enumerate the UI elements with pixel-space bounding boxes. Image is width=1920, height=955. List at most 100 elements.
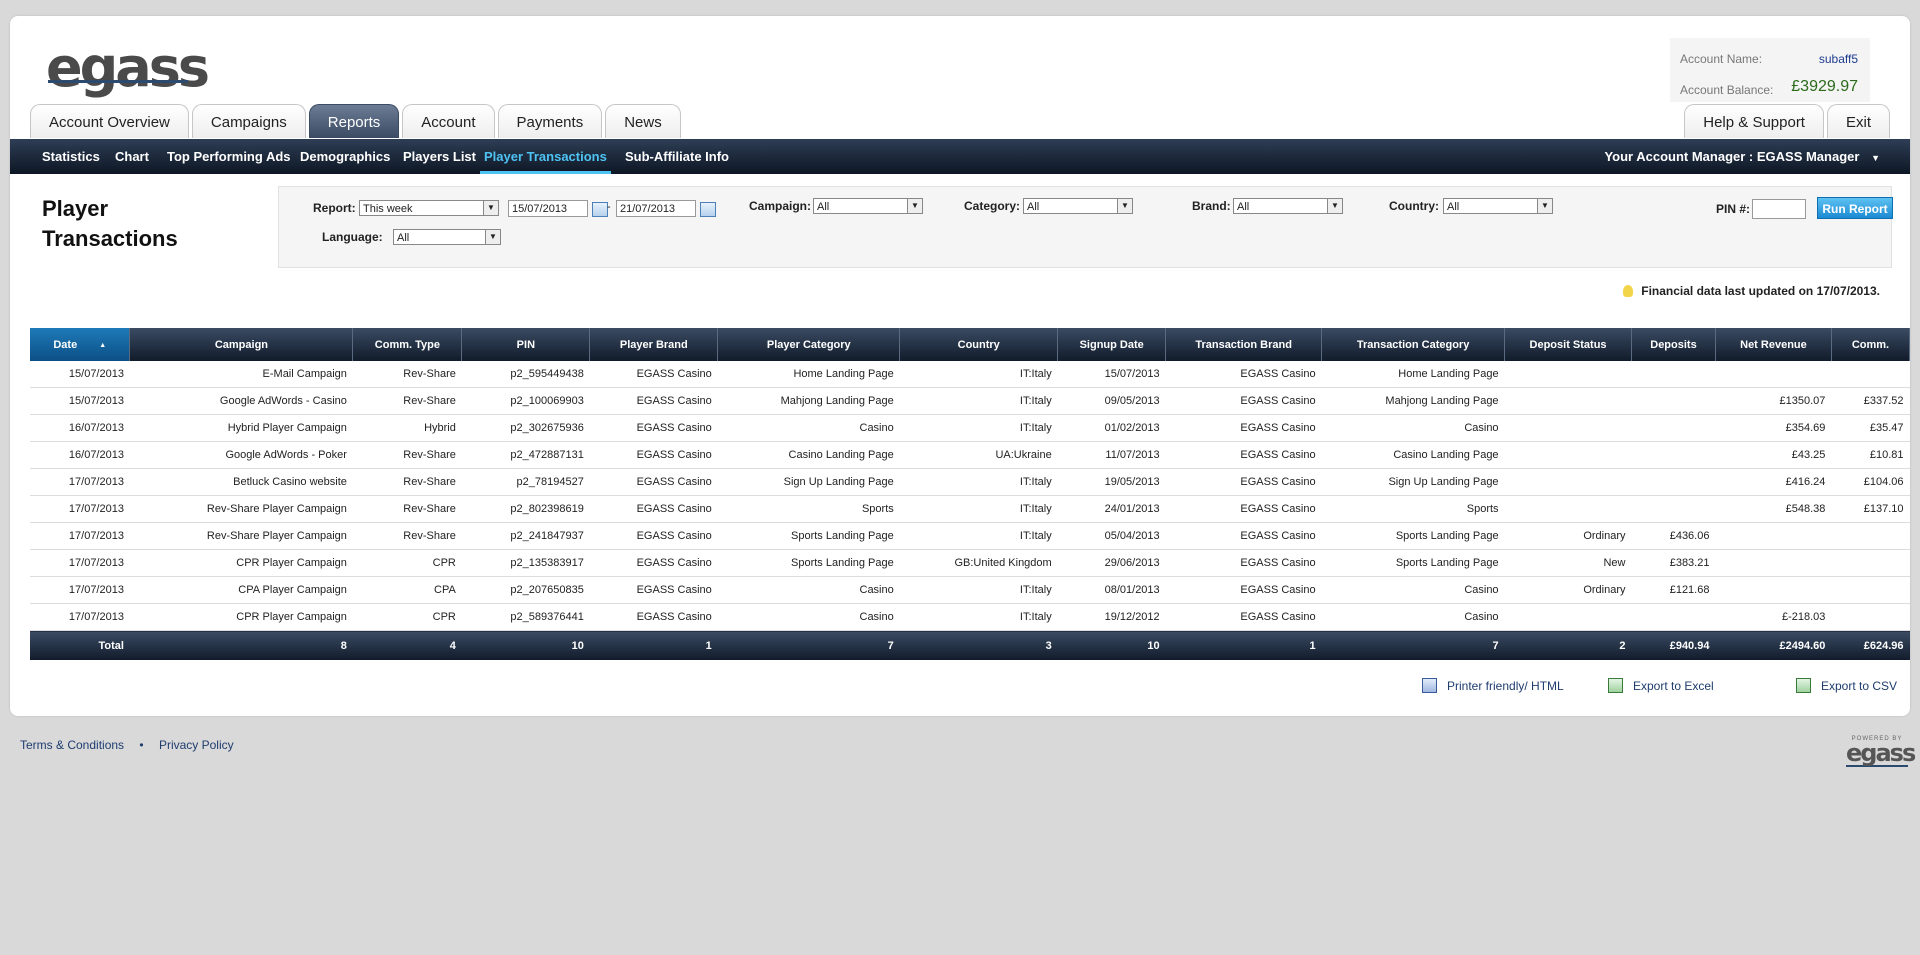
financial-update-notice: Financial data last updated on 17/07/201…	[1623, 284, 1880, 298]
category-select[interactable]: All ▼	[1023, 198, 1133, 214]
table-cell: p2_595449438	[461, 361, 590, 388]
tab-payments[interactable]: Payments	[497, 104, 603, 138]
table-row[interactable]: 17/07/2013 CPR Player Campaign CPR p2_58937…	[30, 603, 1910, 631]
subnav-players-list[interactable]: Players List	[403, 139, 476, 174]
table-cell: GB:United Kingdom	[899, 549, 1058, 577]
campaign-label: Campaign:	[749, 199, 812, 213]
column-header[interactable]: Transaction Category	[1321, 328, 1506, 361]
table-cell: 19/05/2013	[1057, 468, 1166, 496]
table-row[interactable]: 15/07/2013 E-Mail Campaign Rev-Share p2_595…	[30, 361, 1910, 388]
report-period-select[interactable]: This week ▼	[359, 200, 499, 216]
tab-account-overview[interactable]: Account Overview	[30, 104, 189, 138]
column-header[interactable]: Signup Date	[1057, 328, 1167, 361]
calendar-icon[interactable]	[700, 202, 716, 217]
column-header[interactable]: Player Category	[717, 328, 901, 361]
table-row[interactable]: 17/07/2013 Rev-Share Player Campaign Rev-S…	[30, 495, 1910, 523]
table-row[interactable]: 17/07/2013 CPA Player Campaign CPA p2_20765…	[30, 576, 1910, 604]
excel-icon	[1608, 678, 1623, 693]
table-cell: £137.10	[1831, 495, 1910, 523]
account-manager-menu[interactable]: Your Account Manager : EGASS Manager ▼	[1604, 139, 1880, 176]
chevron-down-icon: ▼	[485, 230, 500, 244]
subnav-player-transactions[interactable]: Player Transactions	[480, 139, 611, 174]
table-cell	[1831, 522, 1910, 550]
column-header[interactable]: Net Revenue	[1715, 328, 1832, 361]
tab-campaigns[interactable]: Campaigns	[191, 104, 306, 138]
table-cell: EGASS Casino	[589, 549, 718, 577]
report-period-value: This week	[363, 203, 413, 215]
category-value: All	[1027, 201, 1040, 213]
column-header[interactable]: Deposit Status	[1504, 328, 1632, 361]
column-header[interactable]: Player Brand	[589, 328, 719, 361]
table-cell: CPA Player Campaign	[129, 576, 353, 604]
table-cell: 15/07/2013	[30, 387, 130, 415]
table-row[interactable]: 17/07/2013 CPR Player Campaign CPR p2_13538…	[30, 549, 1910, 577]
table-cell: Sports Landing Page	[717, 522, 900, 550]
tab-help-support[interactable]: Help & Support	[1684, 104, 1824, 138]
table-row[interactable]: 17/07/2013 Rev-Share Player Campaign Rev-S…	[30, 522, 1910, 550]
campaign-select[interactable]: All ▼	[813, 198, 923, 214]
subnav-statistics[interactable]: Statistics	[42, 139, 100, 174]
table-row[interactable]: 16/07/2013 Hybrid Player Campaign Hybrid p2…	[30, 414, 1910, 442]
table-cell: Rev-Share	[352, 468, 462, 496]
table-cell: Rev-Share	[352, 387, 462, 415]
table-row[interactable]: 15/07/2013 Google AdWords - Casino Rev-Sha…	[30, 387, 1910, 415]
table-cell: IT:Italy	[899, 387, 1058, 415]
date-to-input[interactable]: 21/07/2013	[616, 200, 696, 217]
column-header[interactable]: Comm. Type	[352, 328, 463, 361]
country-select[interactable]: All ▼	[1443, 198, 1553, 214]
column-header[interactable]: PIN	[461, 328, 591, 361]
table-cell: Sports Landing Page	[1321, 522, 1505, 550]
table-cell: Rev-Share	[352, 441, 462, 469]
egass-logo[interactable]: egass	[46, 36, 210, 99]
subnav-demographics[interactable]: Demographics	[300, 139, 390, 174]
account-name-value[interactable]: subaff5	[1819, 52, 1858, 66]
column-header[interactable]: Comm.	[1831, 328, 1911, 361]
table-row[interactable]: 16/07/2013 Google AdWords - Poker Rev-Shar…	[30, 441, 1910, 469]
tab-news[interactable]: News	[605, 104, 681, 138]
table-cell: £10.81	[1831, 441, 1910, 469]
subnav-top-performing-ads[interactable]: Top Performing Ads	[167, 139, 291, 174]
tab-exit[interactable]: Exit	[1826, 104, 1890, 138]
subnav-sub-affiliate-info[interactable]: Sub-Affiliate Info	[625, 139, 729, 174]
page-title: Player Transactions	[42, 194, 178, 254]
column-header[interactable]: Deposits	[1631, 328, 1716, 361]
run-report-button[interactable]: Run Report	[1817, 197, 1893, 219]
table-cell: EGASS Casino	[1165, 576, 1322, 604]
total-cell: 10	[1057, 630, 1166, 660]
terms-link[interactable]: Terms & Conditions	[20, 738, 124, 752]
footer-separator: •	[139, 738, 144, 752]
table-row[interactable]: 17/07/2013 Betluck Casino website Rev-Shar…	[30, 468, 1910, 496]
brand-select[interactable]: All ▼	[1233, 198, 1343, 214]
table-cell: Sign Up Landing Page	[1321, 468, 1505, 496]
subnav-chart[interactable]: Chart	[115, 139, 149, 174]
table-cell: IT:Italy	[899, 361, 1058, 388]
table-cell: EGASS Casino	[589, 361, 718, 388]
table-cell: p2_241847937	[461, 522, 590, 550]
table-cell: 29/06/2013	[1057, 549, 1166, 577]
language-select[interactable]: All ▼	[393, 229, 501, 245]
total-cell: Total	[30, 630, 130, 660]
date-from-input[interactable]: 15/07/2013	[508, 200, 588, 217]
table-cell: Sports	[717, 495, 900, 523]
export-csv-link[interactable]: Export to CSV	[1796, 678, 1897, 693]
calendar-icon[interactable]	[592, 202, 608, 217]
printer-friendly-link[interactable]: Printer friendly/ HTML	[1422, 678, 1564, 693]
column-header[interactable]: Campaign	[129, 328, 354, 361]
column-header[interactable]: Date ▲	[30, 328, 131, 361]
pin-input[interactable]	[1752, 199, 1806, 219]
chevron-down-icon: ▼	[1537, 199, 1552, 213]
table-cell: £35.47	[1831, 414, 1910, 442]
tab-account[interactable]: Account	[402, 104, 495, 138]
column-header[interactable]: Country	[899, 328, 1059, 361]
table-cell: 16/07/2013	[30, 414, 130, 442]
table-cell	[1631, 361, 1716, 388]
column-header[interactable]: Transaction Brand	[1165, 328, 1323, 361]
total-cell: 7	[1321, 630, 1505, 660]
table-cell: £354.69	[1715, 414, 1832, 442]
tab-reports[interactable]: Reports	[308, 104, 400, 138]
table-cell: EGASS Casino	[589, 576, 718, 604]
privacy-link[interactable]: Privacy Policy	[159, 738, 234, 752]
table-cell: IT:Italy	[899, 495, 1058, 523]
export-excel-link[interactable]: Export to Excel	[1608, 678, 1714, 693]
table-cell: Casino	[717, 414, 900, 442]
